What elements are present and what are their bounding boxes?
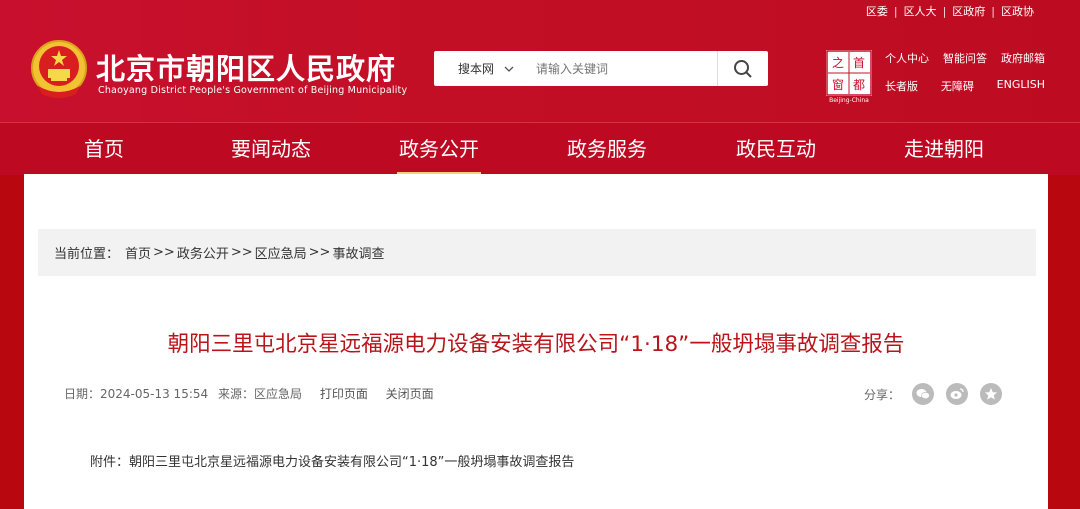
link-elder-version[interactable]: 长者版 <box>885 78 918 106</box>
weibo-icon <box>950 388 964 399</box>
star-icon <box>985 388 997 400</box>
nav-item-interaction[interactable]: 政民互动 <box>736 123 816 175</box>
close-page-link[interactable]: 关闭页面 <box>386 387 434 401</box>
breadcrumb-item-gov-affairs[interactable]: 政务公开 <box>177 243 229 262</box>
capital-logo-caption: Beijing-China <box>829 97 869 104</box>
breadcrumb-sep: >> <box>230 245 253 260</box>
nav-item-about-chaoyang[interactable]: 走进朝阳 <box>904 123 984 175</box>
content-panel: 当前位置： 首页 >> 政务公开 >> 区应急局 >> 事故调查 朝阳三里屯北京… <box>24 174 1048 509</box>
capital-window-logo-icon: 首 都 之 窗 <box>826 50 872 96</box>
top-link-district-committee[interactable]: 区委 <box>866 3 888 19</box>
share-bar: 分享： <box>864 383 1002 405</box>
weibo-share-button[interactable] <box>946 383 968 405</box>
site-title[interactable]: 北京市朝阳区人民政府 <box>96 46 396 88</box>
article-title: 朝阳三里屯北京星远福源电力设备安装有限公司“1·18”一般坍塌事故调查报告 <box>167 332 905 357</box>
link-smart-qa[interactable]: 智能问答 <box>943 50 987 78</box>
breadcrumb-item-home[interactable]: 首页 <box>125 243 151 262</box>
top-link-district-government[interactable]: 区政府 <box>952 3 985 19</box>
breadcrumb: 当前位置： 首页 >> 政务公开 >> 区应急局 >> 事故调查 <box>38 229 1036 276</box>
logo-char: 都 <box>853 78 865 92</box>
link-accessibility[interactable]: 无障碍 <box>941 78 974 106</box>
capital-window-logo[interactable]: 首 都 之 窗 Beijing-China <box>826 50 872 104</box>
top-link-district-congress[interactable]: 区人大 <box>904 3 937 19</box>
favorite-share-button[interactable] <box>980 383 1002 405</box>
site-subtitle: Chaoyang District People's Government of… <box>98 85 408 96</box>
article-date: 日期：2024-05-13 15:54 <box>64 387 209 401</box>
breadcrumb-item-accident-investigation[interactable]: 事故调查 <box>332 243 384 262</box>
wechat-icon <box>916 389 930 400</box>
link-english[interactable]: ENGLISH <box>997 78 1045 106</box>
top-link-district-cppcc[interactable]: 区政协 <box>1001 3 1034 19</box>
main-nav: 首页 要闻动态 政务公开 政务服务 政民互动 走进朝阳 <box>0 122 1080 175</box>
separator: | <box>942 4 947 18</box>
national-emblem-icon <box>31 40 87 98</box>
nav-item-gov-affairs-open[interactable]: 政务公开 <box>397 123 481 175</box>
share-label: 分享： <box>863 387 900 402</box>
breadcrumb-sep: >> <box>153 245 175 260</box>
nav-item-gov-services[interactable]: 政务服务 <box>567 123 647 175</box>
search-input[interactable] <box>534 60 718 77</box>
site-header: 区委 | 区人大 | 区政府 | 区政协 北京市朝阳区人民政府 Chaoyang… <box>0 0 1080 122</box>
link-gov-mailbox[interactable]: 政府邮箱 <box>1001 50 1045 78</box>
quick-links: 个人中心 智能问答 政府邮箱 长者版 无障碍 ENGLISH <box>885 50 1045 106</box>
logo-char: 窗 <box>832 78 844 92</box>
search-scope-label: 搜本网 <box>458 62 495 76</box>
attachment-link[interactable]: 附件：朝阳三里屯北京星远福源电力设备安装有限公司“1·18”一般坍塌事故调查报告 <box>90 451 574 470</box>
separator: | <box>991 4 995 18</box>
chevron-down-icon <box>504 66 514 72</box>
link-personal-center[interactable]: 个人中心 <box>885 50 929 78</box>
article-source: 来源：区应急局 <box>217 387 302 401</box>
search-box: 搜本网 <box>434 51 768 86</box>
print-page-link[interactable]: 打印页面 <box>320 387 368 401</box>
search-icon <box>734 59 752 78</box>
article-meta: 日期：2024-05-13 15:54 来源：区应急局 打印页面 关闭页面 <box>64 385 440 402</box>
breadcrumb-label: 当前位置： <box>54 247 120 262</box>
logo-char: 首 <box>853 56 865 70</box>
breadcrumb-item-emergency-bureau[interactable]: 区应急局 <box>255 243 307 262</box>
search-button[interactable] <box>717 51 768 86</box>
top-links: 区委 | 区人大 | 区政府 | 区政协 <box>866 3 1034 19</box>
wechat-share-button[interactable] <box>912 383 934 405</box>
nav-item-news[interactable]: 要闻动态 <box>231 123 311 175</box>
search-scope-select[interactable]: 搜本网 <box>434 60 520 77</box>
logo-char: 之 <box>832 56 844 70</box>
breadcrumb-sep: >> <box>308 245 331 260</box>
nav-item-home[interactable]: 首页 <box>84 123 124 175</box>
separator: | <box>893 4 898 18</box>
